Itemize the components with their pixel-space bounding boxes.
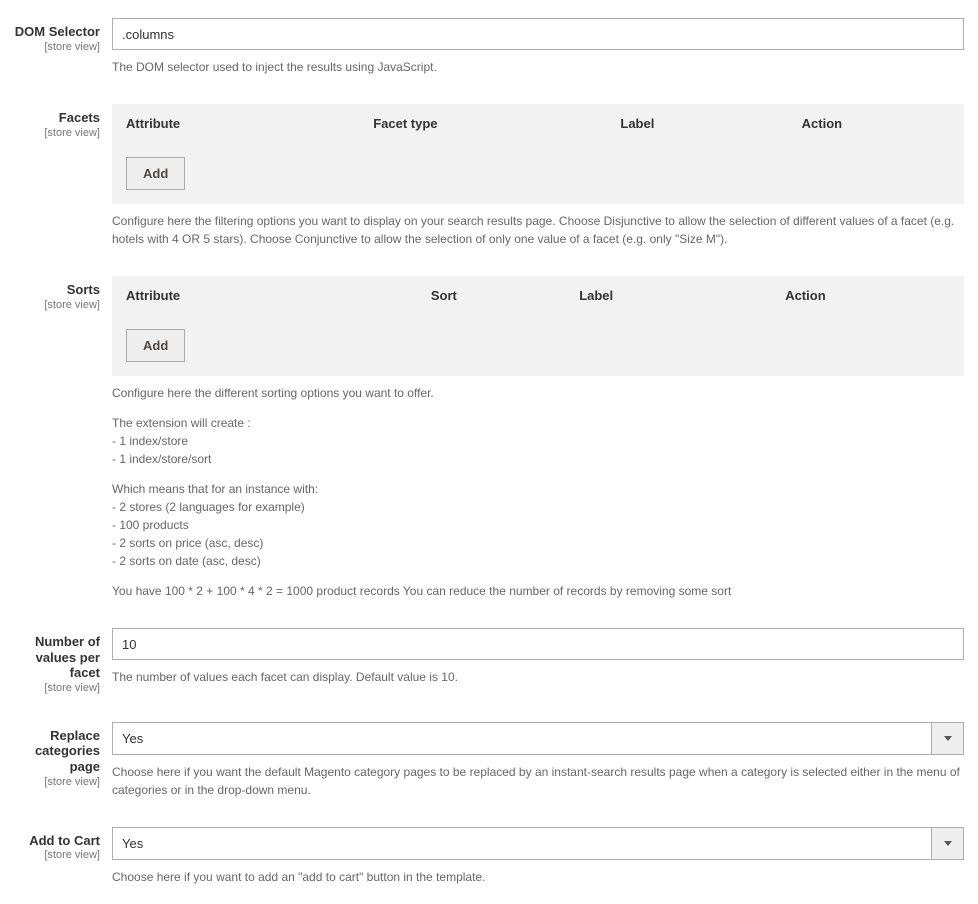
sorts-col-sort: Sort: [431, 288, 579, 303]
scope-label: [store view]: [14, 299, 100, 311]
sorts-grid: Attribute Sort Label Action Add: [112, 276, 964, 376]
num-values-label: Number of values per facet: [14, 634, 100, 681]
facets-add-button[interactable]: Add: [126, 157, 185, 190]
facets-grid: Attribute Facet type Label Action Add: [112, 104, 964, 204]
dom-selector-input[interactable]: [112, 18, 964, 50]
num-values-input[interactable]: [112, 628, 964, 660]
sorts-help-paragraph: Which means that for an instance with:- …: [112, 480, 964, 570]
facets-col-facet-type: Facet type: [373, 116, 620, 131]
facets-col-action: Action: [802, 116, 950, 131]
scope-label: [store view]: [14, 682, 100, 694]
add-to-cart-select[interactable]: Yes: [112, 827, 964, 860]
sorts-add-button[interactable]: Add: [126, 329, 185, 362]
facets-col-label: Label: [620, 116, 801, 131]
dom-selector-help: The DOM selector used to inject the resu…: [112, 58, 964, 76]
sorts-col-attribute: Attribute: [126, 288, 431, 303]
add-to-cart-help: Choose here if you want to add an "add t…: [112, 868, 964, 886]
dom-selector-label: DOM Selector: [14, 24, 100, 40]
sorts-help-paragraph: Configure here the different sorting opt…: [112, 384, 964, 402]
num-values-help: The number of values each facet can disp…: [112, 668, 964, 686]
sorts-col-label: Label: [579, 288, 785, 303]
scope-label: [store view]: [14, 776, 100, 788]
sorts-col-action: Action: [785, 288, 950, 303]
replace-categories-help: Choose here if you want the default Mage…: [112, 763, 964, 799]
sorts-help: Configure here the different sorting opt…: [112, 384, 964, 600]
scope-label: [store view]: [14, 127, 100, 139]
add-to-cart-label: Add to Cart: [14, 833, 100, 849]
sorts-label: Sorts: [14, 282, 100, 298]
facets-label: Facets: [14, 110, 100, 126]
facets-help: Configure here the filtering options you…: [112, 212, 964, 248]
sorts-help-paragraph: You have 100 * 2 + 100 * 4 * 2 = 1000 pr…: [112, 582, 964, 600]
replace-categories-select[interactable]: Yes: [112, 722, 964, 755]
facets-col-attribute: Attribute: [126, 116, 373, 131]
sorts-help-paragraph: The extension will create :- 1 index/sto…: [112, 414, 964, 468]
scope-label: [store view]: [14, 41, 100, 53]
replace-categories-label: Replace categories page: [14, 728, 100, 775]
scope-label: [store view]: [14, 849, 100, 861]
